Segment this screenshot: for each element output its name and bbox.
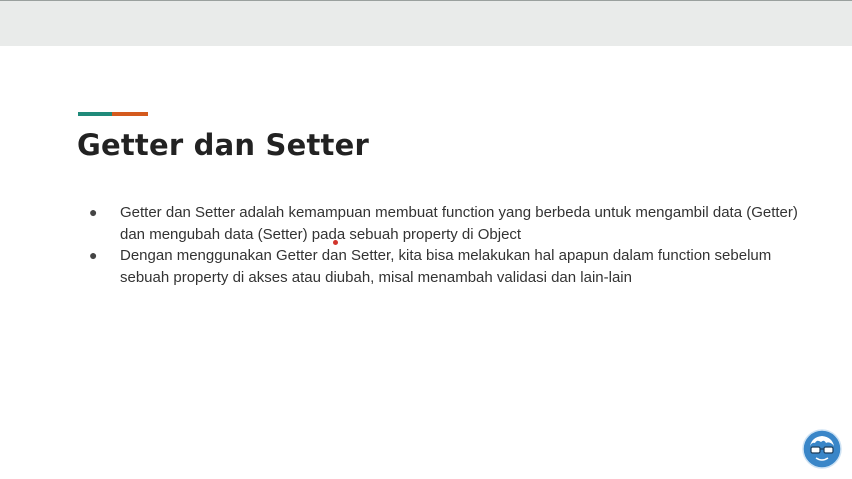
bullet-text: Dengan menggunakan Getter dan Setter, ki… bbox=[120, 247, 772, 286]
bullet-list: ● Getter dan Setter adalah kemampuan mem… bbox=[86, 202, 806, 288]
bullet-text: Getter dan Setter adalah kemampuan membu… bbox=[120, 204, 798, 243]
accent-teal-segment bbox=[78, 112, 112, 116]
bullet-dot: ● bbox=[89, 204, 98, 220]
title-accent-bar bbox=[78, 112, 148, 116]
laser-pointer-dot bbox=[333, 240, 338, 245]
bullet-dot: ● bbox=[89, 247, 98, 263]
top-band bbox=[0, 0, 852, 46]
bullet-item: ● Dengan menggunakan Getter dan Setter, … bbox=[86, 245, 806, 288]
slide-title: Getter dan Setter bbox=[77, 128, 369, 162]
accent-orange-segment bbox=[112, 112, 148, 116]
avatar-with-glasses-icon bbox=[802, 429, 842, 469]
bullet-item: ● Getter dan Setter adalah kemampuan mem… bbox=[86, 202, 806, 245]
